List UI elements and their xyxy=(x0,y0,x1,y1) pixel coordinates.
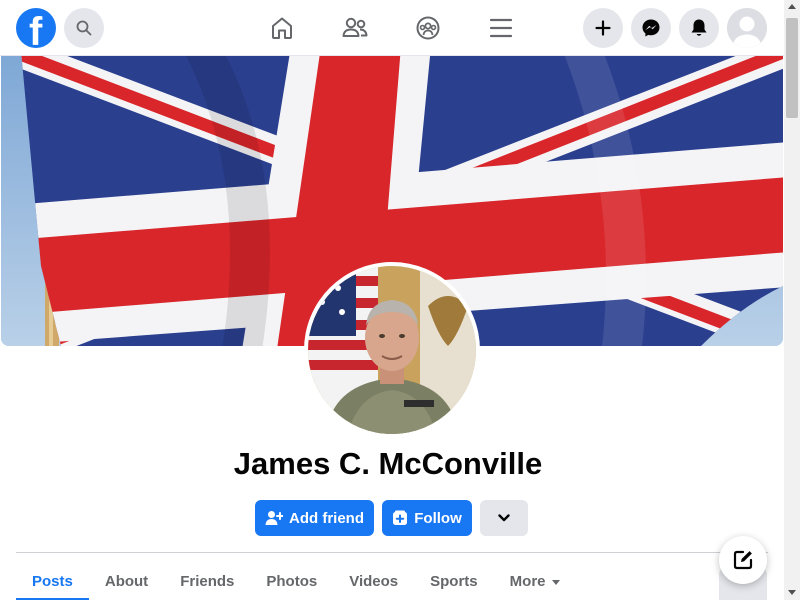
tab-label: Videos xyxy=(349,573,399,590)
tab-label: More xyxy=(509,573,546,590)
add-friend-icon xyxy=(265,511,283,525)
tab-more[interactable]: More xyxy=(494,565,576,600)
top-navigation-bar: f xyxy=(0,0,784,56)
groups-icon xyxy=(416,16,440,40)
facebook-logo-icon[interactable]: f xyxy=(16,8,56,48)
bell-icon xyxy=(691,19,707,36)
add-friend-label: Add friend xyxy=(289,509,364,527)
profile-divider xyxy=(16,552,768,553)
notifications-button[interactable] xyxy=(679,8,719,48)
messenger-button[interactable] xyxy=(631,8,671,48)
nav-menu[interactable] xyxy=(485,12,517,44)
nav-groups[interactable] xyxy=(412,12,444,44)
tab-photos[interactable]: Photos xyxy=(250,565,333,600)
nav-home[interactable] xyxy=(266,12,298,44)
scroll-down-arrow-icon[interactable] xyxy=(788,590,796,595)
nav-friends[interactable] xyxy=(339,12,371,44)
chevron-down-icon xyxy=(498,514,510,522)
tab-label: Friends xyxy=(180,573,235,590)
scroll-thumb[interactable] xyxy=(786,18,798,118)
create-button[interactable] xyxy=(583,8,623,48)
tab-sports[interactable]: Sports xyxy=(414,565,494,600)
page-scrollbar[interactable] xyxy=(784,0,800,600)
compose-icon xyxy=(733,550,753,570)
scroll-up-arrow-icon[interactable] xyxy=(788,4,796,9)
more-options-button[interactable] xyxy=(480,500,528,536)
add-friend-button[interactable]: Add friend xyxy=(255,500,374,536)
follow-label: Follow xyxy=(414,509,462,527)
account-avatar[interactable] xyxy=(727,8,767,48)
plus-icon xyxy=(595,20,611,36)
profile-picture[interactable] xyxy=(304,262,480,438)
search-button[interactable] xyxy=(64,8,104,48)
hamburger-icon xyxy=(489,18,513,38)
avatar-icon xyxy=(727,8,767,48)
tab-posts[interactable]: Posts xyxy=(16,565,89,600)
home-icon xyxy=(272,17,292,39)
new-message-button[interactable] xyxy=(719,536,767,584)
profile-tabs: Posts About Friends Photos Videos Sports… xyxy=(16,565,576,600)
tab-label: Photos xyxy=(266,573,318,590)
tab-about[interactable]: About xyxy=(89,565,164,600)
search-icon xyxy=(76,20,92,36)
tab-friends[interactable]: Friends xyxy=(164,565,250,600)
profile-name: James C. McConville xyxy=(233,446,543,481)
tab-label: About xyxy=(104,573,149,590)
tab-label: Posts xyxy=(32,573,73,590)
messenger-icon xyxy=(642,19,660,37)
tab-videos[interactable]: Videos xyxy=(333,565,414,600)
profile-photo-image xyxy=(308,266,476,434)
tab-label: Sports xyxy=(430,573,478,590)
caret-down-icon xyxy=(551,579,560,585)
friends-icon xyxy=(342,17,368,37)
follow-button[interactable]: Follow xyxy=(382,500,472,536)
follow-icon xyxy=(393,510,408,525)
